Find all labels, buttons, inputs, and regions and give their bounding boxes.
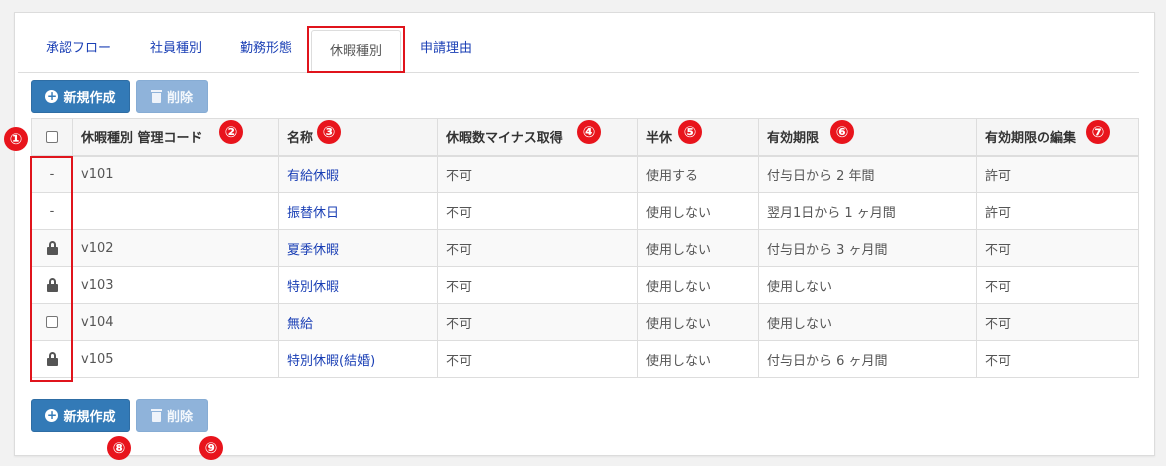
code-cell: v104 [72,303,279,341]
name-cell: 夏季休暇 [278,229,438,267]
minus-cell: 不可 [437,266,638,304]
half-day-cell: 使用しない [637,340,759,378]
lock-icon [46,241,58,255]
callout-marker-5: ⑤ [678,120,702,144]
new-button-label: 新規作成 [63,91,116,106]
select-all-checkbox[interactable] [46,130,58,143]
code-cell: v102 [72,229,279,267]
tab-application-reason[interactable]: 申請理由 [420,37,472,56]
expiry-cell: 使用しない [758,303,977,341]
new-button-top[interactable]: + 新規作成 [31,80,130,113]
code-cell: v103 [72,266,279,304]
callout-marker-2: ② [219,120,243,144]
callout-marker-6: ⑥ [830,120,854,144]
row-select-cell: - [31,192,73,230]
dash-placeholder: - [49,166,55,182]
name-cell: 有給休暇 [278,155,438,193]
header-code[interactable]: 休暇種別 管理コード [72,118,279,157]
name-link[interactable]: 特別休暇(結婚) [287,354,375,369]
callout-marker-4: ④ [577,120,601,144]
expiry-edit-cell: 不可 [976,303,1139,341]
minus-cell: 不可 [437,303,638,341]
name-link[interactable]: 無給 [287,317,313,332]
half-day-cell: 使用する [637,155,759,193]
delete-button-top[interactable]: 削除 [136,80,208,113]
half-day-cell: 使用しない [637,229,759,267]
expiry-edit-cell: 不可 [976,229,1139,267]
row-select-cell [31,303,73,341]
plus-circle-icon: + [45,89,59,103]
name-cell: 無給 [278,303,438,341]
expiry-edit-cell: 許可 [976,155,1139,193]
callout-marker-8: ⑧ [107,436,131,460]
new-button-bottom[interactable]: + 新規作成 [31,399,130,432]
tab-employee-type[interactable]: 社員種別 [150,37,202,56]
name-link[interactable]: 振替休日 [287,206,339,221]
tab-bar: 承認フロー 社員種別 勤務形態 休暇種別 申請理由 [18,23,1139,73]
lock-icon [46,352,58,366]
table-row: v104 無給 不可 使用しない 使用しない 不可 [31,303,1139,341]
delete-button-bottom[interactable]: 削除 [136,399,208,432]
half-day-cell: 使用しない [637,303,759,341]
trash-icon [150,409,162,422]
header-expiry-edit[interactable]: 有効期限の編集 [976,118,1139,157]
callout-marker-9: ⑨ [199,436,223,460]
minus-cell: 不可 [437,155,638,193]
table-row: - v101 有給休暇 不可 使用する 付与日から 2 年間 許可 [31,155,1139,193]
header-name[interactable]: 名称 [278,118,438,157]
table-row: - 振替休日 不可 使用しない 翌月1日から 1 ヶ月間 許可 [31,192,1139,230]
expiry-cell: 付与日から 6 ヶ月間 [758,340,977,378]
expiry-cell: 使用しない [758,266,977,304]
lock-icon [46,278,58,292]
callout-marker-3: ③ [317,120,341,144]
table-row: v102 夏季休暇 不可 使用しない 付与日から 3 ヶ月間 不可 [31,229,1139,267]
minus-cell: 不可 [437,192,638,230]
half-day-cell: 使用しない [637,192,759,230]
row-select-cell [31,229,73,267]
half-day-cell: 使用しない [637,266,759,304]
row-select-cell: - [31,155,73,193]
name-cell: 特別休暇 [278,266,438,304]
expiry-cell: 付与日から 3 ヶ月間 [758,229,977,267]
trash-icon [150,90,162,103]
dash-placeholder: - [49,203,55,219]
expiry-cell: 翌月1日から 1 ヶ月間 [758,192,977,230]
header-expiry[interactable]: 有効期限 [758,118,977,157]
header-minus[interactable]: 休暇数マイナス取得 [437,118,638,157]
plus-circle-icon: + [45,408,59,422]
name-cell: 特別休暇(結婚) [278,340,438,378]
code-cell: v101 [72,155,279,193]
code-cell: v105 [72,340,279,378]
name-link[interactable]: 夏季休暇 [287,243,339,258]
row-select-cell [31,340,73,378]
name-cell: 振替休日 [278,192,438,230]
tab-approval-flow[interactable]: 承認フロー [46,37,111,56]
new-button-label: 新規作成 [63,410,116,425]
expiry-edit-cell: 不可 [976,340,1139,378]
table-row: v105 特別休暇(結婚) 不可 使用しない 付与日から 6 ヶ月間 不可 [31,340,1139,378]
leave-type-table: 休暇種別 管理コード 名称 休暇数マイナス取得 半休 有効期限 有効期限の編集 … [31,118,1139,378]
delete-button-label: 削除 [166,410,193,425]
callout-marker-1: ① [4,127,28,151]
minus-cell: 不可 [437,229,638,267]
name-link[interactable]: 有給休暇 [287,169,339,184]
row-select-cell [31,266,73,304]
minus-cell: 不可 [437,340,638,378]
table-row: v103 特別休暇 不可 使用しない 使用しない 不可 [31,266,1139,304]
tab-leave-type[interactable]: 休暇種別 [311,30,401,73]
name-link[interactable]: 特別休暇 [287,280,339,295]
row-checkbox[interactable] [46,316,58,328]
code-cell [72,192,279,230]
expiry-edit-cell: 許可 [976,192,1139,230]
expiry-edit-cell: 不可 [976,266,1139,304]
callout-marker-7: ⑦ [1086,120,1110,144]
delete-button-label: 削除 [166,91,193,106]
select-all-header [31,118,73,157]
expiry-cell: 付与日から 2 年間 [758,155,977,193]
tab-work-style[interactable]: 勤務形態 [240,37,292,56]
